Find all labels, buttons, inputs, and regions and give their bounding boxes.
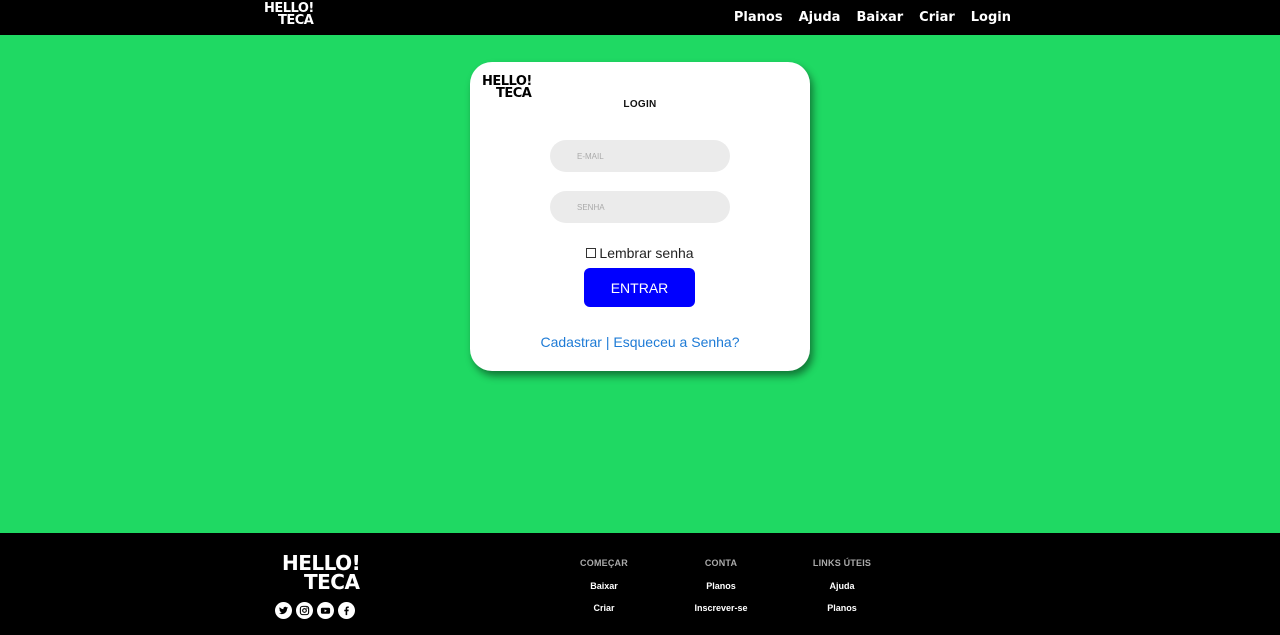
links-separator: | (605, 334, 610, 350)
twitter-icon[interactable] (275, 602, 292, 619)
account-links: Cadastrar | Esqueceu a Senha? (470, 334, 810, 350)
remember-label[interactable]: Lembrar senha (599, 245, 693, 261)
nav-criar-link[interactable]: Criar (919, 10, 955, 25)
social-links (275, 602, 355, 619)
nav-login-link[interactable]: Login (971, 10, 1011, 25)
footer-link-criar[interactable]: Criar (554, 603, 654, 613)
footer-link-ajuda[interactable]: Ajuda (792, 581, 892, 591)
password-field[interactable] (550, 191, 730, 223)
footer-link-baixar[interactable]: Baixar (554, 581, 654, 591)
nav-ajuda-link[interactable]: Ajuda (799, 10, 841, 25)
footer-link-planos-2[interactable]: Planos (792, 603, 892, 613)
facebook-icon[interactable] (338, 602, 355, 619)
footer-logo-line2: TECA (304, 570, 360, 594)
footer-heading-comecar: COMEÇAR (580, 558, 628, 568)
login-title: LOGIN (623, 99, 657, 110)
main-nav: Planos Ajuda Baixar Criar Login (734, 0, 1011, 35)
footer-heading-conta: CONTA (704, 558, 738, 568)
nav-baixar-link[interactable]: Baixar (856, 10, 903, 25)
forgot-password-link[interactable]: Esqueceu a Senha? (613, 334, 739, 350)
nav-planos-link[interactable]: Planos (734, 10, 783, 25)
footer-column-links-uteis: LINKS ÚTEIS Ajuda Planos (792, 558, 892, 613)
remember-checkbox[interactable] (586, 248, 597, 259)
remember-password-row: Lembrar senha (470, 245, 810, 261)
site-footer: HELLO! TECA COMEÇAR Baixar Criar CONTA P… (0, 533, 1280, 635)
brand-logo-line2: TECA (278, 13, 314, 29)
email-field[interactable] (550, 140, 730, 172)
footer-brand-logo[interactable]: HELLO! TECA (282, 553, 361, 594)
register-link[interactable]: Cadastrar (541, 334, 602, 350)
card-brand-logo: HELLO! TECA (482, 75, 532, 101)
top-navbar: HELLO! TECA Planos Ajuda Baixar Criar Lo… (0, 0, 1280, 35)
footer-column-conta: CONTA Planos Inscrever-se (671, 558, 771, 613)
brand-logo[interactable]: HELLO! TECA (264, 2, 314, 29)
footer-link-inscrever[interactable]: Inscrever-se (671, 603, 771, 613)
youtube-icon[interactable] (317, 602, 334, 619)
footer-column-comecar: COMEÇAR Baixar Criar (554, 558, 654, 613)
instagram-icon[interactable] (296, 602, 313, 619)
footer-link-planos[interactable]: Planos (671, 581, 771, 591)
login-card: HELLO! TECA LOGIN Lembrar senha ENTRAR C… (470, 62, 810, 371)
footer-heading-links-uteis: LINKS ÚTEIS (812, 558, 872, 568)
enter-button[interactable]: ENTRAR (584, 268, 695, 307)
